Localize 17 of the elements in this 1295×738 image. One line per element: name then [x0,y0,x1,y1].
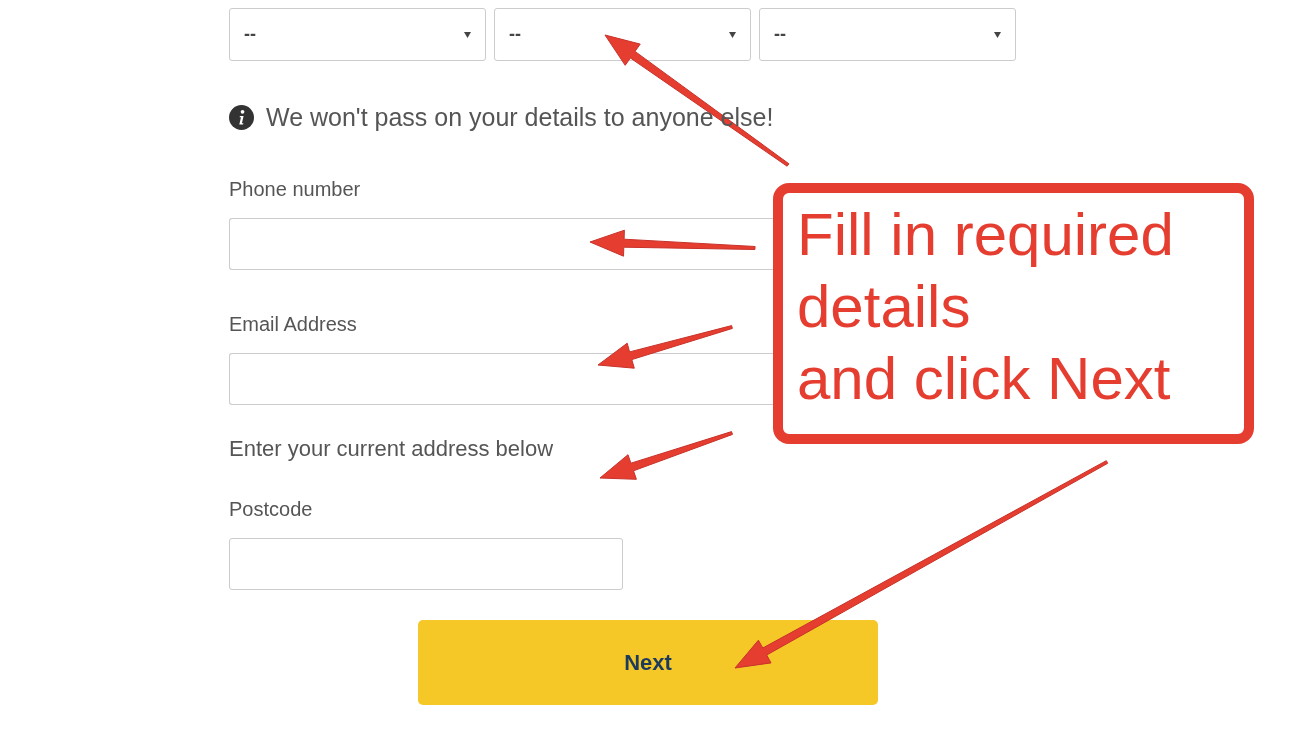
info-icon [229,105,254,131]
privacy-note: We won't pass on your details to anyone else! [266,102,774,133]
annotation-text: Fill in required details and click Next [796,200,1175,414]
dropdown[interactable]: -- [494,8,751,61]
caret-icon [994,31,1001,38]
address-prompt: Enter your current address below [229,434,554,463]
next-button[interactable]: Next [418,619,878,705]
dropdown[interactable]: -- [229,8,486,61]
postcode-field[interactable] [229,537,623,590]
caret-icon [464,31,471,38]
input-field[interactable] [229,352,773,405]
field-label: Phone number [229,176,361,202]
field-label: Email Address [229,311,357,337]
input-field[interactable] [229,217,773,270]
dropdown[interactable]: -- [759,8,1016,61]
field-label: Postcode [229,496,313,522]
caret-icon [729,31,736,38]
